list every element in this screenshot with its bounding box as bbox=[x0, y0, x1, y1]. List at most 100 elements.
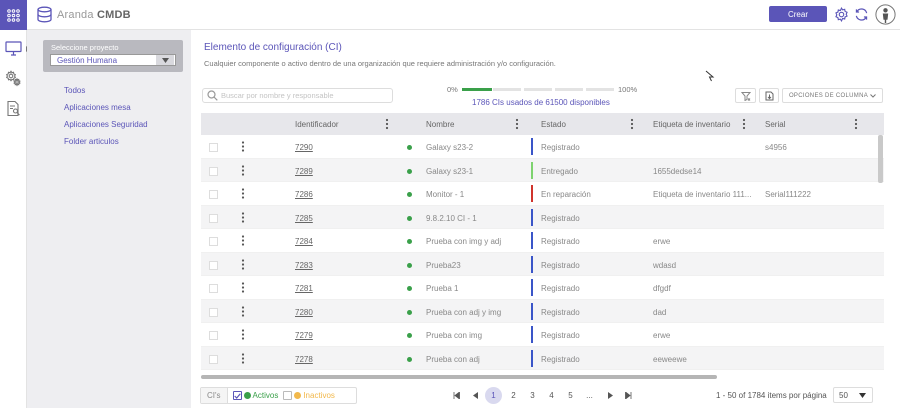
filter-button[interactable] bbox=[735, 88, 756, 103]
row-actions-icon[interactable] bbox=[241, 188, 245, 199]
ci-id-link[interactable]: 7290 bbox=[295, 143, 313, 152]
first-page-icon bbox=[453, 392, 460, 399]
column-header-estado[interactable]: Estado bbox=[541, 120, 566, 129]
row-checkbox[interactable] bbox=[209, 260, 218, 270]
folder-link-aplicaciones-seguridad[interactable]: Aplicaciones Seguridad bbox=[64, 120, 148, 129]
project-select-value: Gestión Humana bbox=[57, 55, 118, 65]
column-header-serial[interactable]: Serial bbox=[765, 120, 785, 129]
row-checkbox[interactable] bbox=[209, 307, 218, 317]
row-actions-icon[interactable] bbox=[241, 352, 245, 364]
ci-id-link[interactable]: 7283 bbox=[295, 261, 313, 270]
row-actions-icon[interactable] bbox=[241, 235, 245, 246]
active-status-dot bbox=[407, 215, 412, 221]
row-checkbox[interactable] bbox=[209, 190, 218, 199]
refresh-button[interactable] bbox=[852, 5, 870, 23]
page-size-select[interactable]: 50 bbox=[833, 387, 873, 403]
table-row[interactable]: 7286 Monitor - 1 En reparación Etiqueta de … bbox=[201, 182, 884, 206]
page-button[interactable]: 1 bbox=[485, 387, 502, 404]
row-checkbox[interactable] bbox=[209, 166, 218, 176]
row-actions-icon[interactable] bbox=[241, 329, 245, 340]
folder-link-aplicaciones-mesa[interactable]: Aplicaciones mesa bbox=[64, 103, 131, 112]
table-row[interactable]: 7279 Prueba con img Registrado erwe bbox=[201, 323, 884, 347]
page-button[interactable]: 2 bbox=[505, 387, 522, 404]
table-row[interactable]: 7285 9.8.2.10 CI - 1 Registrado bbox=[201, 205, 884, 229]
column-header-identificador[interactable]: Identificador bbox=[295, 120, 339, 129]
column-menu-icon[interactable] bbox=[742, 118, 748, 130]
apps-grid-button[interactable] bbox=[0, 0, 27, 30]
next-page-button[interactable] bbox=[605, 387, 615, 404]
table-row[interactable]: 7290 Galaxy s23-2 Registrado s4956 bbox=[201, 135, 884, 159]
column-menu-icon[interactable] bbox=[515, 118, 521, 130]
search-input[interactable]: Buscar por nombre y responsable bbox=[202, 88, 393, 103]
folder-link-todos[interactable]: Todos bbox=[64, 86, 85, 95]
export-button[interactable] bbox=[759, 88, 779, 103]
project-select[interactable]: Gestión Humana bbox=[50, 54, 176, 66]
previous-page-button[interactable] bbox=[470, 387, 480, 404]
row-actions-icon[interactable] bbox=[241, 211, 245, 223]
brand-name: Aranda CMDB bbox=[57, 8, 131, 21]
page-subtitle: Cualquier componente o activo dentro de … bbox=[204, 59, 556, 68]
folder-link-folder-articulos[interactable]: Folder articulos bbox=[64, 137, 119, 146]
column-header-etiqueta[interactable]: Etiqueta de inventario bbox=[653, 120, 730, 129]
settings-button[interactable] bbox=[832, 5, 850, 23]
column-header-nombre[interactable]: Nombre bbox=[426, 120, 454, 129]
ci-name: Galaxy s23-1 bbox=[426, 166, 474, 176]
download-icon bbox=[765, 91, 773, 100]
create-button[interactable]: Crear bbox=[769, 6, 827, 22]
row-checkbox[interactable] bbox=[209, 143, 218, 152]
avatar-icon bbox=[875, 4, 896, 25]
ci-id-link[interactable]: 7289 bbox=[295, 167, 313, 176]
last-page-button[interactable] bbox=[623, 387, 633, 404]
state-color-bar bbox=[531, 302, 533, 320]
ci-state: En reparación bbox=[541, 190, 591, 199]
row-checkbox[interactable] bbox=[209, 213, 218, 223]
ci-id-link[interactable]: 7280 bbox=[295, 308, 313, 317]
ci-status-legend: CI's Activos Inactivos bbox=[200, 387, 357, 404]
inactive-filter-toggle[interactable]: Inactivos bbox=[278, 391, 335, 400]
chevron-down-icon bbox=[870, 93, 876, 98]
row-actions-icon[interactable] bbox=[241, 164, 245, 176]
project-selector-box: Seleccione proyecto Gestión Humana bbox=[43, 40, 183, 72]
row-checkbox[interactable] bbox=[209, 237, 218, 246]
row-actions-icon[interactable] bbox=[241, 282, 245, 293]
vertical-scrollbar[interactable] bbox=[878, 135, 883, 183]
state-color-bar bbox=[531, 161, 533, 179]
ci-id-link[interactable]: 7284 bbox=[295, 237, 313, 246]
legend-label: CI's bbox=[201, 388, 228, 403]
nav-reports-module[interactable] bbox=[3, 98, 23, 118]
ci-inventory-tag: erwe bbox=[653, 331, 671, 340]
page-ellipsis[interactable]: ... bbox=[581, 387, 598, 404]
column-menu-icon[interactable] bbox=[630, 118, 636, 130]
row-actions-icon[interactable] bbox=[241, 141, 245, 152]
first-page-button[interactable] bbox=[451, 387, 461, 404]
ci-id-link[interactable]: 7278 bbox=[295, 355, 313, 364]
row-checkbox[interactable] bbox=[209, 284, 218, 293]
nav-ci-module[interactable] bbox=[3, 38, 23, 58]
ci-id-link[interactable]: 7281 bbox=[295, 284, 313, 293]
column-menu-icon[interactable] bbox=[385, 118, 391, 130]
column-options-button[interactable]: OPCIONES DE COLUMNA bbox=[782, 88, 883, 103]
table-row[interactable]: 7281 Prueba 1 Registrado dfgdf bbox=[201, 276, 884, 300]
table-row[interactable]: 7284 Prueba con img y adj Registrado erwe bbox=[201, 229, 884, 253]
active-filter-toggle[interactable]: Activos bbox=[228, 391, 278, 400]
page-button[interactable]: 4 bbox=[543, 387, 560, 404]
ci-id-link[interactable]: 7279 bbox=[295, 331, 313, 340]
user-profile-button[interactable] bbox=[875, 4, 896, 25]
row-checkbox[interactable] bbox=[209, 354, 218, 364]
ci-id-link[interactable]: 7285 bbox=[295, 214, 313, 223]
row-checkbox[interactable] bbox=[209, 331, 218, 340]
horizontal-scrollbar[interactable] bbox=[201, 375, 717, 379]
table-row[interactable]: 7289 Galaxy s23-1 Entregado 1655dedse14 bbox=[201, 158, 884, 182]
row-actions-icon[interactable] bbox=[241, 258, 245, 270]
row-actions-icon[interactable] bbox=[241, 305, 245, 317]
items-range-label: 1 - 50 of 1784 items por página bbox=[716, 391, 827, 400]
table-row[interactable]: 7283 Prueba23 Registrado wdasd bbox=[201, 252, 884, 276]
column-menu-icon[interactable] bbox=[854, 118, 860, 130]
page-button[interactable]: 3 bbox=[524, 387, 541, 404]
table-row[interactable]: 7278 Prueba con adj Registrado eeweewe bbox=[201, 346, 884, 370]
table-row[interactable]: 7280 Prueba con adj y img Registrado dad bbox=[201, 299, 884, 323]
nav-settings-module[interactable] bbox=[3, 68, 23, 88]
page-button[interactable]: 5 bbox=[562, 387, 579, 404]
ci-id-link[interactable]: 7286 bbox=[295, 190, 313, 199]
ci-name: Prueba con adj y img bbox=[426, 307, 502, 317]
